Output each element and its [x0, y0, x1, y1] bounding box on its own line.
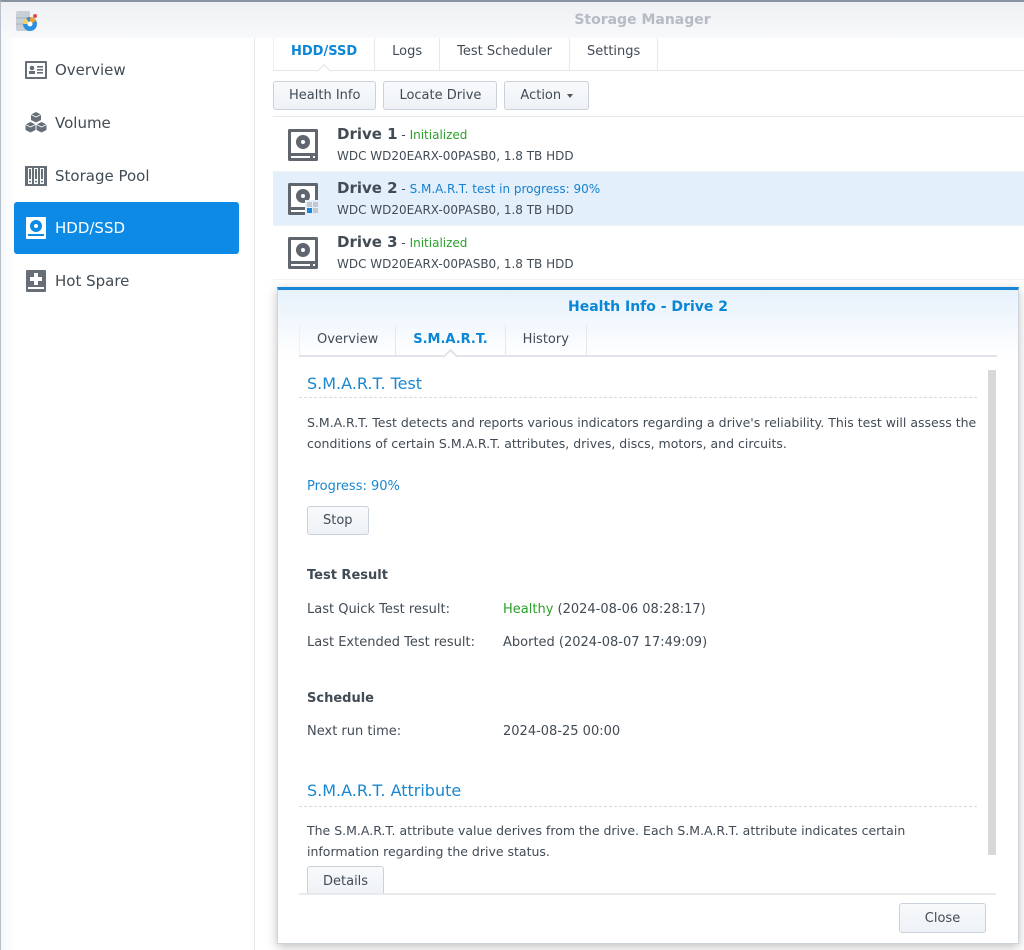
sidebar-item-hot-spare[interactable]: Hot Spare [14, 255, 239, 307]
smart-attribute-title: S.M.A.R.T. Attribute [307, 781, 462, 800]
action-label: Action [520, 88, 562, 103]
hdd-icon [288, 129, 318, 161]
drive-row-3[interactable]: Drive 3 - Initialized WDC WD20EARX-00PAS… [273, 226, 1024, 280]
sidebar: Overview Volume Storage Pool HDD/SSD Hot… [1, 38, 255, 950]
next-run-label: Next run time: [307, 724, 402, 739]
quick-test-value: Healthy (2024-08-06 08:28:17) [503, 602, 706, 617]
hdd-testing-icon [288, 183, 319, 216]
storage-pool-icon [24, 164, 48, 188]
storage-manager-window: Storage Manager Overview Volume Storage … [0, 0, 1024, 950]
window-title: Storage Manager [574, 12, 711, 28]
drive-model: WDC WD20EARX-00PASB0, 1.8 TB HDD [337, 149, 574, 163]
drive-name: Drive 2 - S.M.A.R.T. test in progress: 9… [337, 179, 600, 197]
drive-status: Initialized [409, 236, 468, 250]
details-button[interactable]: Details [307, 866, 385, 895]
hdd-icon [24, 216, 48, 240]
drive-name: Drive 1 - Initialized [337, 125, 467, 143]
quick-test-label: Last Quick Test result: [307, 602, 450, 617]
section-divider [299, 397, 977, 398]
smart-test-description: S.M.A.R.T. Test detects and reports vari… [307, 415, 977, 451]
sidebar-item-label: Storage Pool [55, 167, 150, 185]
overview-icon [24, 58, 48, 82]
drive-name-text: Drive 1 [337, 125, 398, 143]
quick-test-time: (2024-08-06 08:28:17) [553, 602, 706, 617]
stop-button[interactable]: Stop [307, 506, 369, 535]
sidebar-item-hdd-ssd[interactable]: HDD/SSD [14, 202, 239, 254]
schedule-title: Schedule [307, 691, 374, 706]
tab-smart[interactable]: S.M.A.R.T. [396, 325, 506, 355]
smart-attribute-description: The S.M.A.R.T. attribute value derives f… [307, 823, 906, 859]
title-bar: Storage Manager [1, 2, 1024, 38]
tab-hdd-ssd[interactable]: HDD/SSD [273, 38, 376, 70]
section-divider [299, 806, 977, 807]
extended-test-value: Aborted (2024-08-07 17:49:09) [503, 635, 708, 650]
drive-name-text: Drive 2 [337, 179, 398, 197]
dialog-scrollbar[interactable] [988, 370, 996, 855]
tab-overview[interactable]: Overview [299, 325, 397, 355]
drive-status: Initialized [409, 128, 468, 142]
health-info-button[interactable]: Health Info [273, 81, 377, 110]
extended-test-label: Last Extended Test result: [307, 635, 475, 650]
test-result-title: Test Result [307, 568, 388, 583]
drive-name: Drive 3 - Initialized [337, 233, 467, 251]
drive-status: S.M.A.R.T. test in progress: 90% [409, 182, 601, 196]
sidebar-item-label: Hot Spare [55, 272, 130, 290]
health-info-dialog: Health Info - Drive 2 Overview S.M.A.R.T… [277, 287, 1019, 944]
drive-row-2[interactable]: Drive 2 - S.M.A.R.T. test in progress: 9… [273, 172, 1024, 226]
tab-settings[interactable]: Settings [570, 38, 659, 70]
dialog-title: Health Info - Drive 2 [568, 299, 728, 315]
sidebar-item-label: Volume [55, 114, 111, 132]
drive-model: WDC WD20EARX-00PASB0, 1.8 TB HDD [337, 257, 574, 271]
tab-logs[interactable]: Logs [375, 38, 441, 70]
drive-separator: - [397, 236, 410, 250]
dialog-footer: Close [299, 893, 996, 943]
main-tabs: HDD/SSD Logs Test Scheduler Settings [273, 38, 1024, 71]
drive-row-1[interactable]: Drive 1 - Initialized WDC WD20EARX-00PAS… [273, 118, 1024, 172]
toolbar: Health Info Locate Drive Action [273, 81, 1024, 117]
sidebar-item-volume[interactable]: Volume [14, 97, 239, 149]
caret-down-icon [567, 93, 574, 98]
drive-separator: - [397, 128, 410, 142]
drive-name-text: Drive 3 [337, 233, 398, 251]
action-dropdown-button[interactable]: Action [504, 81, 590, 110]
drive-separator: - [397, 182, 410, 196]
volume-cubes-icon [24, 111, 48, 135]
hot-spare-icon [24, 269, 48, 293]
smart-test-title: S.M.A.R.T. Test [307, 374, 423, 393]
locate-drive-button[interactable]: Locate Drive [383, 81, 498, 110]
sidebar-item-storage-pool[interactable]: Storage Pool [14, 150, 239, 202]
dialog-body: S.M.A.R.T. Test S.M.A.R.T. Test detects … [299, 360, 997, 895]
hdd-icon [288, 237, 318, 269]
next-run-value: 2024-08-25 00:00 [503, 724, 621, 739]
sidebar-item-label: HDD/SSD [55, 219, 126, 237]
drive-model: WDC WD20EARX-00PASB0, 1.8 TB HDD [337, 203, 574, 217]
sidebar-item-overview[interactable]: Overview [14, 44, 239, 96]
tab-history[interactable]: History [506, 325, 587, 355]
progress-label: Progress: 90% [307, 479, 400, 494]
drive-list: Drive 1 - Initialized WDC WD20EARX-00PAS… [273, 118, 1024, 280]
sidebar-item-label: Overview [55, 61, 126, 79]
quick-test-status: Healthy [503, 602, 554, 617]
dialog-tabs: Overview S.M.A.R.T. History [299, 325, 997, 357]
tab-test-scheduler[interactable]: Test Scheduler [440, 38, 570, 70]
close-button[interactable]: Close [899, 903, 986, 933]
